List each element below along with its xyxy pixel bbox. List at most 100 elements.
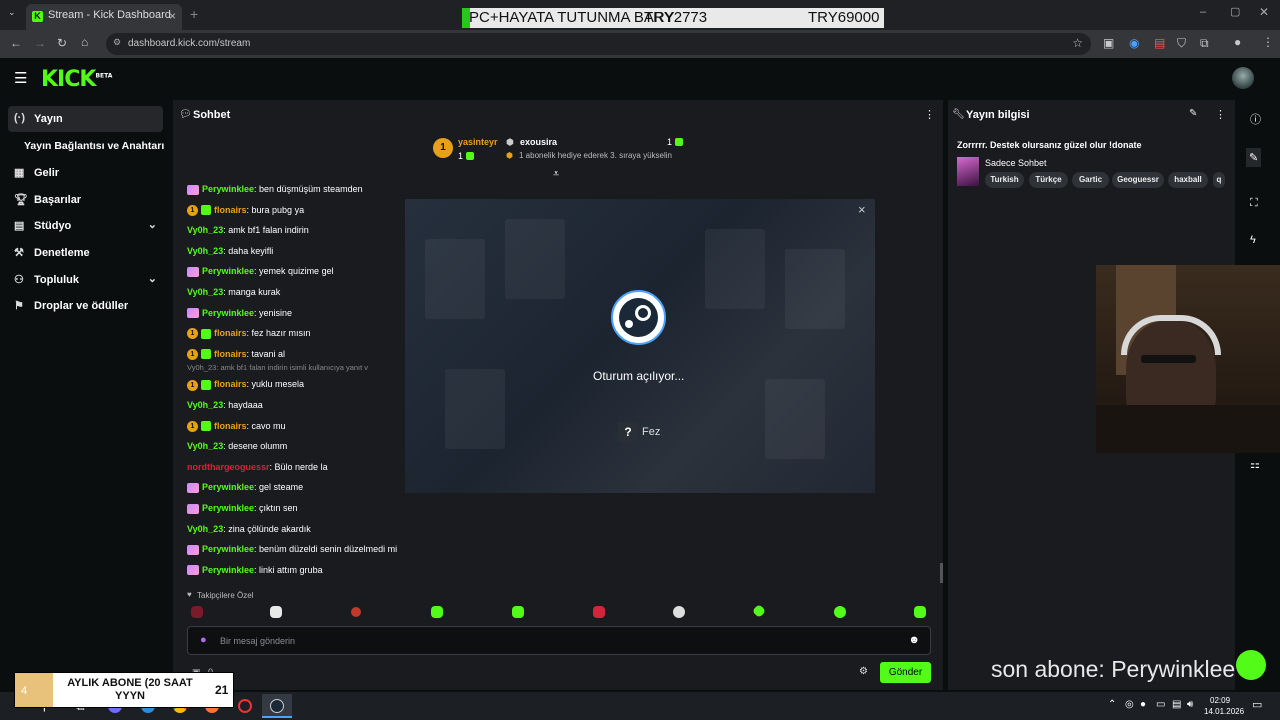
chat-message: Perywinklee: benüm düzeldi senin düzelme… [187, 544, 397, 555]
sub-goal-text: AYLIK ABONE (20 SAAT YYYN [67, 677, 193, 702]
layout-icon[interactable]: ⚏ [1250, 458, 1260, 471]
chat-username[interactable]: flonairs [214, 328, 247, 338]
bookmark-star-icon[interactable]: ☆ [1072, 36, 1083, 50]
category-name[interactable]: Sadece Sohbet [985, 158, 1047, 168]
microphone-icon[interactable]: ● [200, 634, 207, 646]
chat-username[interactable]: Perywinklee [202, 266, 254, 276]
chat-username[interactable]: Vy0h_23 [187, 246, 223, 256]
minimize-icon[interactable]: – [1200, 6, 1206, 18]
chat-username[interactable]: flonairs [214, 379, 247, 389]
chat-settings-icon[interactable]: ⚙ [859, 666, 868, 677]
emote-kick-icon[interactable] [914, 606, 926, 618]
emote-angry-icon[interactable] [593, 606, 605, 618]
sidebar-item-basarilar[interactable]: 🏆︎ Başarılar [8, 187, 163, 213]
back-icon[interactable]: ← [10, 36, 22, 50]
chat-username[interactable]: Vy0h_23 [187, 400, 223, 410]
chat-input[interactable]: ● Bir mesaj gönderin ☻ [187, 626, 931, 655]
home-icon[interactable]: ⌂ [81, 35, 88, 49]
tray-icon[interactable]: ◎ [1125, 699, 1134, 710]
chat-username[interactable]: Perywinklee [202, 565, 254, 575]
browser-tab[interactable]: K Stream - Kick Dashboard × [26, 4, 182, 30]
obs-icon[interactable] [238, 699, 252, 713]
kick-logo[interactable]: KICKBETA [41, 67, 112, 92]
screen-icon[interactable]: ⛶ [1250, 197, 1258, 210]
chat-menu-icon[interactable]: ⋮ [924, 108, 935, 121]
chat-username[interactable]: Perywinklee [202, 184, 254, 194]
panel-menu-icon[interactable]: ⋮ [1215, 108, 1226, 121]
avatar[interactable] [1232, 67, 1254, 89]
chat-username[interactable]: flonairs [214, 349, 247, 359]
chat-username[interactable]: Perywinklee [202, 544, 254, 554]
rank-badge-icon: 1 [187, 420, 198, 432]
steam-icon [270, 699, 284, 713]
tab-search-icon[interactable]: ⌄ [8, 7, 16, 18]
site-info-icon[interactable]: ⚙ [113, 37, 121, 48]
subscriber-badge-icon [187, 544, 199, 555]
tray-network-icon[interactable]: ▤ [1172, 699, 1181, 710]
emote-diamond-icon[interactable] [751, 603, 767, 619]
emote-cup-icon[interactable] [270, 606, 282, 618]
sidebar-item-topluluk[interactable]: ⚇ Topluluk ⌄ [8, 267, 163, 293]
tray-mic-icon[interactable]: ● [1140, 699, 1146, 710]
emote-tomato-icon[interactable] [351, 607, 361, 617]
chat-username[interactable]: Perywinklee [202, 482, 254, 492]
extension-screen-icon[interactable]: ▣ [1103, 36, 1114, 50]
send-button[interactable]: Gönder [880, 662, 931, 683]
chat-username[interactable]: Vy0h_23 [187, 524, 223, 534]
chat-username[interactable]: flonairs [214, 205, 247, 215]
followers-only-label: Takipçilere Özel [197, 591, 254, 600]
emote-chat-icon[interactable] [431, 606, 443, 618]
maximize-icon[interactable]: ▢ [1230, 5, 1240, 18]
sidebar-item-gelir[interactable]: ▦ Gelir [8, 160, 163, 186]
chat-username[interactable]: Vy0h_23 [187, 287, 223, 297]
category-thumbnail[interactable] [957, 157, 979, 186]
new-tab-icon[interactable]: + [190, 6, 198, 22]
sidebar-item-droplar[interactable]: ⚑ Droplar ve ödüller [8, 293, 163, 319]
edit-icon[interactable]: ✎ [1189, 108, 1197, 119]
game-tile [505, 219, 565, 299]
chat-scrollbar[interactable] [940, 563, 943, 583]
leaderboard-top-name[interactable]: exousira [520, 137, 557, 147]
chat-username[interactable]: flonairs [214, 421, 247, 431]
chat-username[interactable]: Vy0h_23 [187, 225, 223, 235]
close-window-icon[interactable]: ✕ [1259, 5, 1269, 19]
upgrade-icon: ⬢ [506, 151, 513, 160]
extension-audio-icon[interactable]: ◉ [1129, 36, 1139, 50]
extensions-puzzle-icon[interactable]: ⧉ [1200, 36, 1209, 51]
sidebar-item-stream-key[interactable]: Yayın Bağlantısı ve Anahtarı [8, 133, 164, 159]
tray-chevron-icon[interactable]: ⌃ [1108, 699, 1116, 710]
lightning-icon[interactable]: ϟ [1250, 234, 1256, 246]
browser-menu-icon[interactable]: ⋮ [1262, 35, 1274, 49]
reload-icon[interactable]: ↻ [57, 36, 67, 50]
chat-username[interactable]: Perywinklee [202, 308, 254, 318]
account-name[interactable]: Fez [642, 426, 660, 438]
tray-volume-icon[interactable]: 🔊︎ [1187, 699, 1193, 710]
chat-username[interactable]: nordthargeoguessr [187, 462, 270, 472]
sidebar-item-yayin[interactable]: (·) Yayın [8, 106, 163, 132]
extension-calendar-icon[interactable]: ▤ [1154, 36, 1165, 50]
emote-bucket-icon[interactable] [512, 606, 524, 618]
url-field[interactable]: ⚙ dashboard.kick.com/stream ☆ [106, 33, 1091, 55]
sidebar-item-denetleme[interactable]: ⚒ Denetleme [8, 240, 163, 266]
sidebar-item-studyo[interactable]: ▤ Stüdyo ⌄ [8, 213, 163, 239]
forward-icon[interactable]: → [34, 36, 46, 50]
profile-icon[interactable]: ● [1234, 35, 1241, 49]
hamburger-menu-icon[interactable]: ☰ [14, 69, 27, 87]
chat-bubble-icon[interactable] [1236, 650, 1266, 680]
chat-username[interactable]: Perywinklee [202, 503, 254, 513]
leaderboard-top-count: 1 [667, 137, 673, 147]
chat-username[interactable]: Vy0h_23 [187, 441, 223, 451]
close-icon[interactable]: × [858, 202, 866, 217]
edit-panel-icon[interactable]: ✎ [1246, 148, 1262, 167]
extension-shield-icon[interactable]: ⛉ [1177, 36, 1186, 51]
leaderboard-gifter-name[interactable]: yasinteyr [458, 137, 498, 147]
tray-battery-icon[interactable]: ▭ [1156, 699, 1165, 710]
tab-close-icon[interactable]: × [169, 9, 176, 23]
emote-drink-icon[interactable] [191, 606, 203, 618]
collapse-pinned-icon[interactable]: ⩡ [553, 168, 559, 181]
info-icon[interactable]: ⓘ [1250, 111, 1261, 127]
emote-smile-icon[interactable] [834, 606, 846, 618]
emote-skull-icon[interactable] [673, 606, 685, 618]
notification-icon[interactable]: ▭ [1252, 698, 1262, 711]
emoji-picker-icon[interactable]: ☻ [908, 634, 920, 646]
